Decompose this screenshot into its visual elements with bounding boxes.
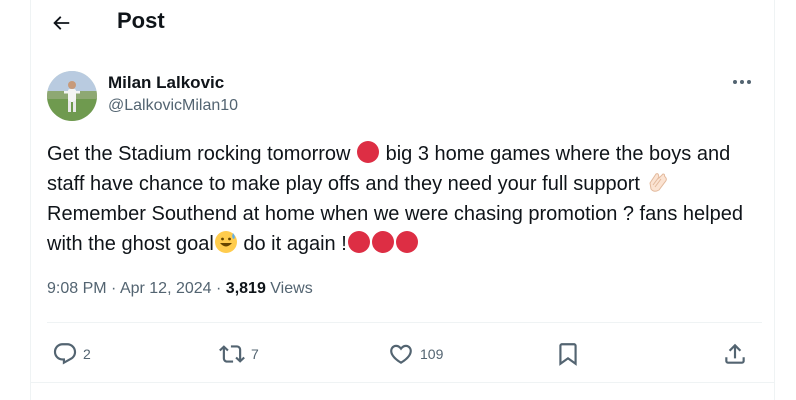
clapping-hands-emoji xyxy=(649,173,667,192)
header: Post xyxy=(30,0,775,45)
divider xyxy=(47,322,762,323)
red-circle-emoji xyxy=(371,231,394,253)
repost-icon xyxy=(219,345,245,363)
more-icon xyxy=(733,80,751,84)
post-meta: 9:08 PM · Apr 12, 2024 · 3,819 Views xyxy=(47,280,313,298)
post-text: Get the Stadium rocking tomorrow big 3 h… xyxy=(47,139,762,259)
like-button[interactable]: 109 xyxy=(387,340,443,368)
repost-button[interactable]: 7 xyxy=(218,340,259,368)
more-button[interactable] xyxy=(730,72,754,92)
meta-separator: · xyxy=(111,280,117,297)
post-time[interactable]: 9:08 PM xyxy=(47,280,107,297)
red-circle-emoji xyxy=(347,231,370,253)
reply-icon xyxy=(53,343,77,365)
views-label: Views xyxy=(270,280,313,297)
like-count: 109 xyxy=(420,346,444,362)
author-name[interactable]: Milan Lalkovic xyxy=(108,73,224,93)
post-text-part: Get the Stadium rocking tomorrow xyxy=(47,143,357,165)
repost-count: 7 xyxy=(251,346,259,362)
views-count: 3,819 xyxy=(225,280,266,297)
share-button[interactable] xyxy=(722,340,748,368)
back-button[interactable] xyxy=(46,8,76,38)
avatar[interactable] xyxy=(47,71,97,121)
bookmark-button[interactable] xyxy=(555,340,581,368)
red-circle-emoji xyxy=(395,231,418,253)
post-date[interactable]: Apr 12, 2024 xyxy=(120,280,212,297)
bottom-border xyxy=(30,382,775,383)
like-icon xyxy=(390,344,412,364)
red-circle-emoji xyxy=(357,141,380,163)
post-text-part: do it again ! xyxy=(237,233,347,255)
bookmark-icon xyxy=(559,343,577,366)
avatar-image xyxy=(47,71,97,121)
grinning-sweat-emoji xyxy=(214,231,237,253)
back-arrow-icon xyxy=(53,16,70,30)
page-title: Post xyxy=(117,8,165,33)
author-handle[interactable]: @LalkovicMilan10 xyxy=(108,97,238,115)
meta-separator: · xyxy=(216,280,222,297)
reply-count: 2 xyxy=(83,346,91,362)
share-icon xyxy=(725,343,745,364)
reply-button[interactable]: 2 xyxy=(52,340,91,368)
